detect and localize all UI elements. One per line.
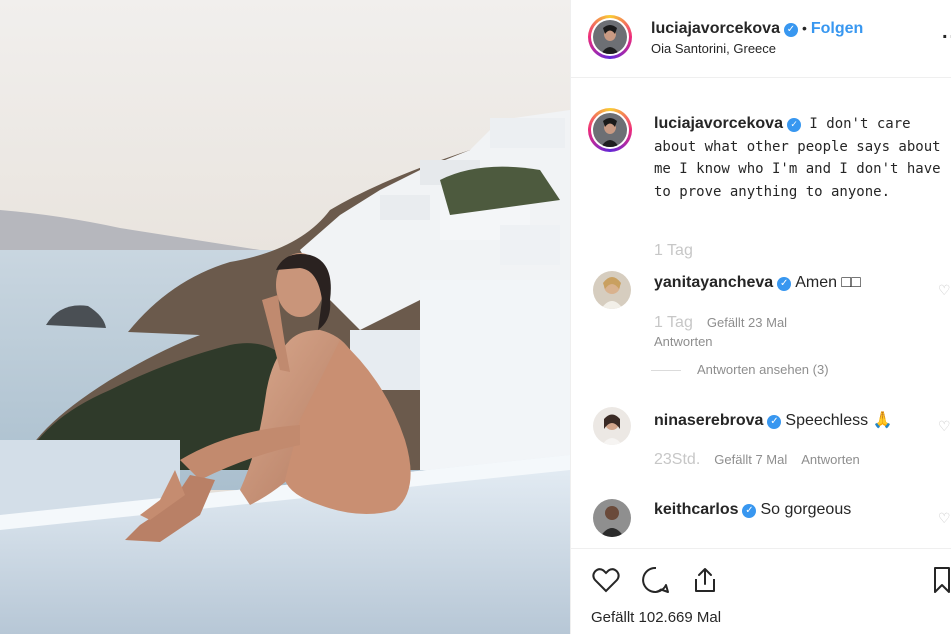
santorini-photo	[0, 0, 570, 634]
divider-line	[651, 370, 681, 372]
more-icon[interactable]: ...	[942, 22, 951, 42]
caption-meta: 1 Tag	[654, 242, 707, 260]
avatar[interactable]	[593, 407, 631, 445]
follow-button[interactable]: Folgen	[811, 20, 863, 37]
verified-icon: ✓	[783, 23, 798, 37]
avatar	[593, 113, 627, 147]
comment-text: So gorgeous	[760, 501, 852, 518]
comment-time[interactable]: 1 Tag	[654, 314, 693, 331]
comment-time[interactable]: 23Std.	[654, 451, 700, 468]
heart-icon[interactable]: ♡	[938, 510, 951, 527]
verified-icon: ✓	[777, 277, 792, 291]
verified-icon: ✓	[742, 504, 757, 518]
post-header: luciajavorcekova ✓ • Folgen Oia Santorini, …	[571, 0, 951, 78]
comment-username[interactable]: yanitayancheva	[654, 274, 773, 291]
heart-icon[interactable]	[591, 565, 621, 600]
post-photo[interactable]	[0, 0, 570, 634]
post-sidebar: luciajavorcekova ✓ • Folgen Oia Santorini, …	[570, 0, 951, 634]
comment-text: Amen □□	[795, 274, 861, 291]
comment-meta: 23Std. Gefällt 7 Mal Antworten	[654, 451, 874, 469]
header-username-row: luciajavorcekova ✓ • Folgen	[651, 20, 863, 38]
verified-icon: ✓	[786, 118, 801, 132]
reply-button[interactable]: Antworten	[654, 334, 713, 349]
comment-likes[interactable]: Gefällt 23 Mal	[707, 315, 787, 330]
avatar	[593, 20, 627, 54]
comment-likes[interactable]: Gefällt 7 Mal	[714, 452, 787, 467]
comment: ninaserebrova ✓ Speechless 🙏	[654, 410, 892, 430]
caption-avatar[interactable]	[588, 108, 632, 152]
separator-dot: •	[801, 20, 807, 36]
comment-meta: 1 Tag Gefällt 23 Mal	[654, 314, 801, 332]
caption: luciajavorcekova ✓ I don't care about wha…	[654, 113, 951, 203]
avatar[interactable]	[593, 499, 631, 537]
share-icon[interactable]	[690, 565, 720, 600]
likes-count[interactable]: Gefällt 102.669 Mal	[591, 609, 721, 626]
reply-button[interactable]: Antworten	[801, 452, 860, 467]
comment: yanitayancheva ✓ Amen □□	[654, 274, 861, 292]
verified-icon: ✓	[767, 415, 782, 429]
comment-username[interactable]: ninaserebrova	[654, 412, 763, 429]
action-bar: Gefällt 102.669 Mal	[571, 548, 951, 634]
view-replies-label: Antworten ansehen (3)	[697, 362, 829, 377]
avatar[interactable]	[593, 271, 631, 309]
story-ring-avatar[interactable]	[588, 15, 632, 59]
caption-username[interactable]: luciajavorcekova	[654, 115, 783, 132]
author-username[interactable]: luciajavorcekova	[651, 20, 780, 37]
view-replies-button[interactable]: Antworten ansehen (3)	[651, 362, 829, 377]
post-location[interactable]: Oia Santorini, Greece	[651, 41, 776, 56]
caption-time[interactable]: 1 Tag	[654, 242, 693, 259]
comment: keithcarlos ✓ So gorgeous	[654, 501, 851, 519]
heart-icon[interactable]: ♡	[938, 418, 951, 435]
comment-icon[interactable]	[641, 565, 671, 600]
comment-text: Speechless 🙏	[785, 412, 893, 429]
bookmark-icon[interactable]	[932, 565, 951, 600]
comment-username[interactable]: keithcarlos	[654, 501, 738, 518]
heart-icon[interactable]: ♡	[938, 282, 951, 299]
